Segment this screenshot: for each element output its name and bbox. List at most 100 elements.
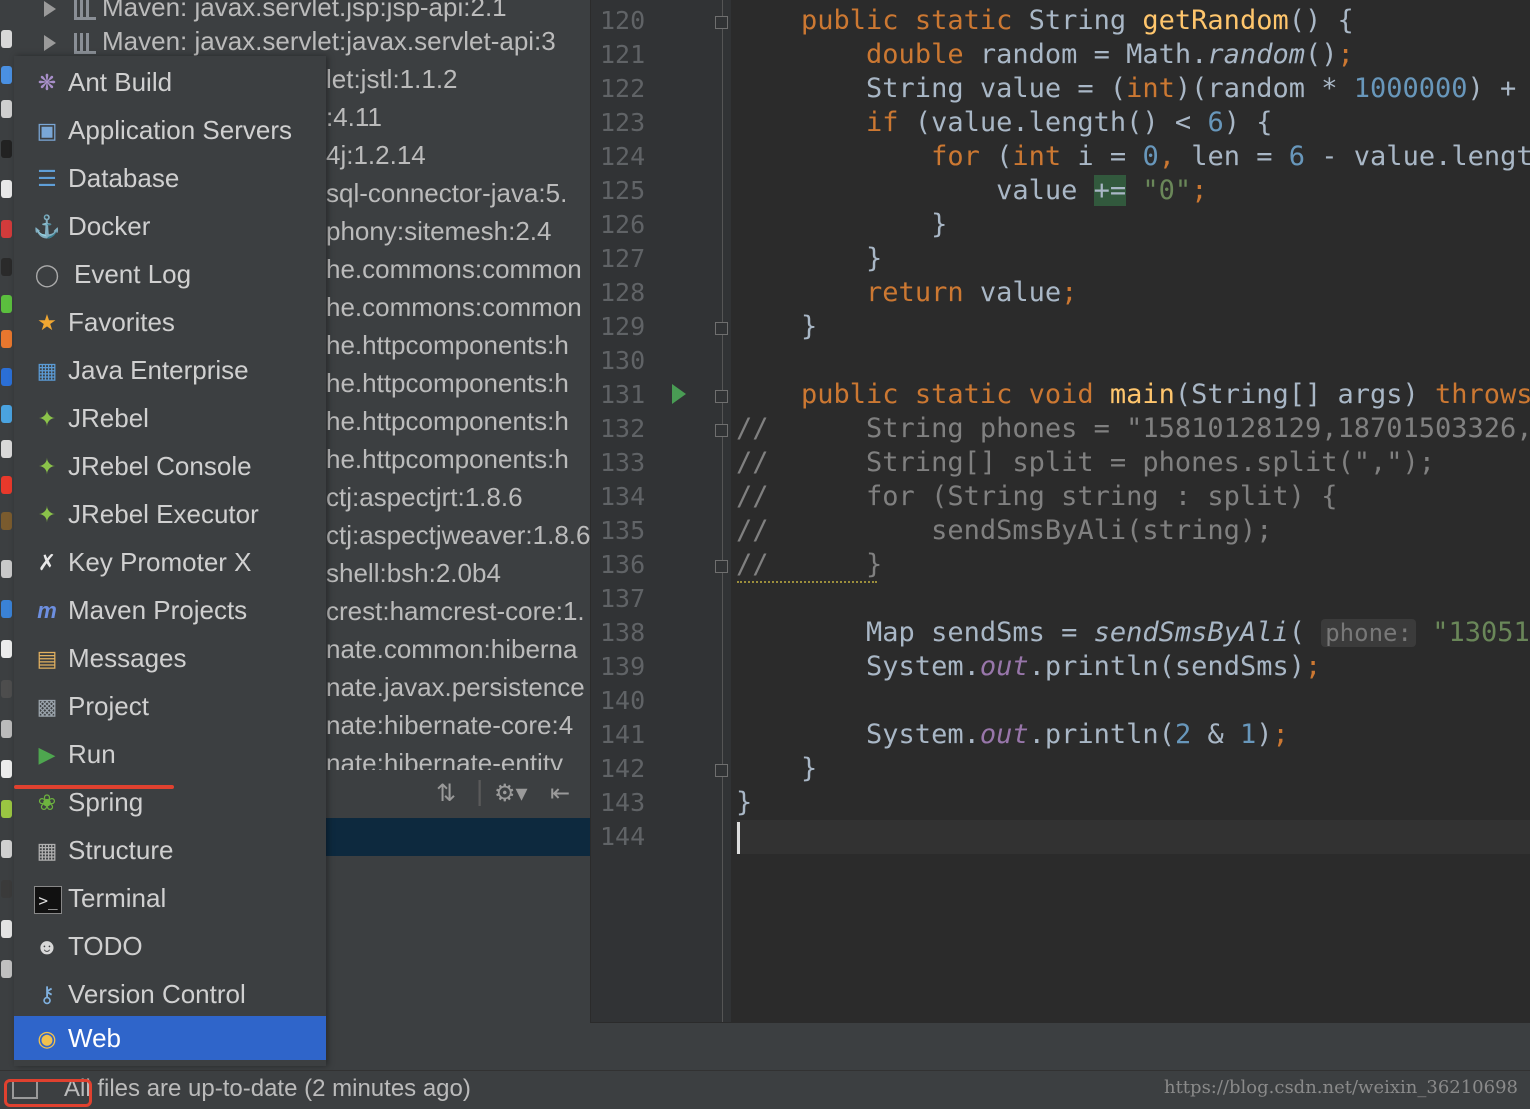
code-line: // for (String string : split) { [736, 481, 1338, 512]
fold-marker-icon[interactable] [715, 322, 728, 335]
library-icon [74, 32, 96, 54]
menu-item-docker[interactable]: ⚓ Docker [14, 204, 326, 248]
menu-item-todo[interactable]: ☻ TODO [14, 924, 326, 968]
code-line: // sendSmsByAli(string); [736, 515, 1273, 546]
dock-app-icon[interactable] [1, 100, 12, 118]
dock-app-icon[interactable] [1, 405, 12, 423]
line-number: 126 [600, 210, 646, 239]
tree-row[interactable]: he.httpcomponents:h [326, 326, 569, 364]
menu-item-maven-projects[interactable]: m Maven Projects [14, 588, 326, 632]
menu-item-messages[interactable]: ▤ Messages [14, 636, 326, 680]
line-number: 127 [600, 244, 646, 273]
tree-row[interactable]: Maven: javax.servlet:javax.servlet-api:3 [44, 22, 556, 60]
dock-app-icon[interactable] [1, 880, 12, 898]
line-number: 121 [600, 40, 646, 69]
dock-app-icon[interactable] [1, 640, 12, 658]
menu-item-event-log[interactable]: ◯ Event Log [14, 252, 326, 296]
expand-arrow-icon[interactable] [44, 35, 56, 52]
fold-marker-icon[interactable] [715, 16, 728, 29]
menu-item-jrebel-console[interactable]: ✦ JRebel Console [14, 444, 326, 488]
dock-app-icon[interactable] [1, 920, 12, 938]
tree-row[interactable]: nate.common:hiberna [326, 630, 577, 668]
dock-app-icon[interactable] [1, 476, 12, 494]
dock-app-icon[interactable] [1, 330, 12, 348]
tree-row[interactable]: he.httpcomponents:h [326, 364, 569, 402]
tree-row[interactable]: ctj:aspectjrt:1.8.6 [326, 478, 523, 516]
tree-row[interactable]: he.httpcomponents:h [326, 402, 569, 440]
menu-item-project[interactable]: ▩ Project [14, 684, 326, 728]
tree-row[interactable]: sql-connector-java:5. [326, 174, 567, 212]
status-message: All files are up-to-date (2 minutes ago) [64, 1075, 471, 1102]
fold-marker-icon[interactable] [715, 390, 728, 403]
menu-item-key-promoter-x[interactable]: ✗ Key Promoter X [14, 540, 326, 584]
tree-row[interactable]: nate:hibernate-entity [326, 744, 563, 770]
hide-panel-icon[interactable]: ⇤ [550, 779, 570, 808]
menu-item-ant-build[interactable]: ❋ Ant Build [14, 60, 326, 104]
line-number: 136 [600, 550, 646, 579]
dock-app-icon[interactable] [1, 66, 12, 84]
menu-item-database[interactable]: ☰ Database [14, 156, 326, 200]
collapse-all-icon[interactable]: ⇅ [436, 779, 456, 808]
database-icon: ☰ [37, 166, 57, 191]
dock-app-icon[interactable] [1, 600, 12, 618]
tree-row[interactable]: ctj:aspectjweaver:1.8.6 [326, 516, 590, 554]
maven-icon: m [37, 598, 57, 623]
tree-row[interactable]: :4.11 [326, 98, 382, 136]
dock-app-icon[interactable] [1, 760, 12, 778]
menu-item-terminal[interactable]: >_ Terminal [14, 876, 326, 920]
tree-row[interactable]: 4j:1.2.14 [326, 136, 426, 174]
tree-row[interactable]: he.httpcomponents:h [326, 440, 569, 478]
messages-icon: ▤ [36, 646, 58, 671]
dock-app-icon[interactable] [1, 180, 12, 198]
menu-item-run[interactable]: ▶ Run [14, 732, 326, 776]
tool-window-selected-row[interactable] [326, 818, 590, 856]
dock-app-icon[interactable] [1, 512, 12, 530]
dock-app-icon[interactable] [1, 560, 12, 578]
dock-app-icon[interactable] [1, 220, 12, 238]
dock-app-icon[interactable] [1, 295, 12, 313]
fold-marker-icon[interactable] [715, 560, 728, 573]
tree-row[interactable]: crest:hamcrest-core:1. [326, 592, 585, 630]
tree-row[interactable]: nate:hibernate-core:4 [326, 706, 573, 744]
star-icon: ★ [37, 310, 57, 335]
dock-app-icon[interactable] [1, 440, 12, 458]
structure-icon: ▦ [36, 838, 58, 863]
tree-row[interactable]: he.commons:common [326, 288, 582, 326]
version-control-icon: ⚷ [38, 982, 56, 1007]
ant-icon: ❋ [37, 70, 57, 95]
tree-row[interactable]: phony:sitemesh:2.4 [326, 212, 551, 250]
editor-bottom-panel [590, 1022, 1530, 1071]
menu-item-java-enterprise[interactable]: ▦ Java Enterprise [14, 348, 326, 392]
menu-item-jrebel[interactable]: ✦ JRebel [14, 396, 326, 440]
dock-app-icon[interactable] [1, 140, 12, 158]
code-line: } [736, 787, 753, 818]
code-line: } [736, 209, 948, 240]
dock-app-icon[interactable] [1, 840, 12, 858]
code-line: // } [736, 549, 883, 580]
menu-item-jrebel-executor[interactable]: ✦ JRebel Executor [14, 492, 326, 536]
gear-icon[interactable]: ⚙▾ [494, 779, 528, 808]
tree-row[interactable]: shell:bsh:2.0b4 [326, 554, 501, 592]
menu-item-application-servers[interactable]: ▣ Application Servers [14, 108, 326, 152]
fold-marker-icon[interactable] [715, 764, 728, 777]
menu-item-structure[interactable]: ▦ Structure [14, 828, 326, 872]
dock-app-icon[interactable] [1, 258, 12, 276]
text-caret [737, 822, 740, 854]
menu-item-version-control[interactable]: ⚷ Version Control [14, 972, 326, 1016]
dock-app-icon[interactable] [1, 720, 12, 738]
run-gutter-icon[interactable] [672, 384, 686, 404]
tree-row[interactable]: he.commons:common [326, 250, 582, 288]
dock-app-icon[interactable] [1, 30, 12, 48]
dock-app-icon[interactable] [1, 680, 12, 698]
tree-row[interactable]: let:jstl:1.1.2 [326, 60, 458, 98]
dock-app-icon[interactable] [1, 368, 12, 386]
fold-marker-icon[interactable] [715, 424, 728, 437]
menu-item-favorites[interactable]: ★ Favorites [14, 300, 326, 344]
code-editor[interactable]: public static String getRandom() { doubl… [736, 0, 1530, 1022]
menu-item-web[interactable]: ◉ Web [14, 1016, 326, 1060]
dock-app-icon[interactable] [1, 800, 12, 818]
dock-app-icon[interactable] [1, 960, 12, 978]
expand-arrow-icon[interactable] [44, 1, 56, 18]
todo-icon: ☻ [35, 934, 59, 959]
tree-row[interactable]: nate.javax.persistence [326, 668, 585, 706]
